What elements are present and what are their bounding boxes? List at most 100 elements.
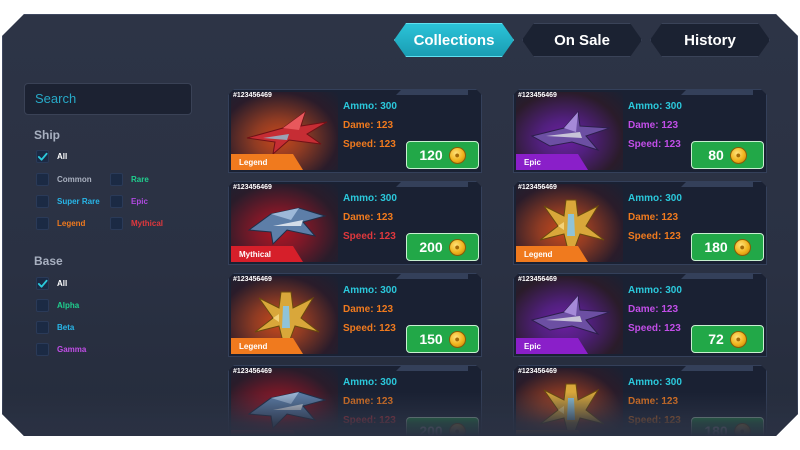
stat-dame-value: 123 (661, 304, 679, 315)
checkbox-icon[interactable] (36, 343, 49, 356)
price-value: 180 (704, 423, 728, 436)
stat-dame-label: Dame: (628, 304, 662, 315)
card-edge-accent (681, 181, 753, 187)
tab-bar: Collections On Sale History (394, 23, 770, 57)
stat-speed: Speed: 123 (628, 319, 682, 338)
checkbox-icon[interactable] (36, 195, 49, 208)
coin-icon: ● (733, 238, 751, 256)
stat-speed-label: Speed: (343, 139, 380, 150)
stat-ammo-value: 300 (665, 377, 682, 388)
buy-price-button[interactable]: 180 ● (691, 417, 764, 436)
coin-icon: ● (448, 146, 466, 164)
checkbox-icon[interactable] (110, 195, 123, 208)
stat-speed-value: 123 (664, 323, 681, 334)
stat-speed-label: Speed: (343, 231, 380, 242)
stat-speed-value: 123 (664, 231, 681, 242)
buy-price-button[interactable]: 150 ● (406, 325, 479, 353)
stat-speed-label: Speed: (628, 415, 665, 426)
ship-filter-super-rare[interactable]: Super Rare (36, 195, 100, 208)
ship-card[interactable]: #123456469 Epic Ammo: 300 Dame: 123 Speed: 1… (513, 89, 767, 173)
coin-icon: ● (729, 330, 747, 348)
tab-history[interactable]: History (650, 23, 770, 57)
ship-stats: Ammo: 300 Dame: 123 Speed: 123 (343, 281, 397, 338)
stat-ammo-value: 300 (665, 101, 682, 112)
stat-dame-value: 123 (376, 396, 394, 407)
card-edge-accent (396, 89, 468, 95)
stat-ammo-label: Ammo: (343, 377, 381, 388)
checkbox-icon[interactable] (110, 173, 123, 186)
card-edge-accent (681, 273, 753, 279)
checkbox-icon[interactable] (36, 321, 49, 334)
card-edge-accent (396, 273, 468, 279)
ship-card[interactable]: #123456469MythicalAmmo: 300Dame: 123Spee… (228, 365, 482, 436)
price-value: 180 (704, 239, 728, 255)
stat-dame-value: 123 (661, 120, 679, 131)
stat-dame: Dame: 123 (628, 300, 682, 319)
ship-filter-epic[interactable]: Epic (110, 195, 148, 208)
buy-price-button[interactable]: 200 ● (406, 417, 479, 436)
ship-filter-common[interactable]: Common (36, 173, 92, 186)
checkbox-icon[interactable] (110, 217, 123, 230)
filter-option-label: Rare (131, 175, 149, 184)
stat-dame-label: Dame: (343, 396, 377, 407)
stat-ammo: Ammo: 300 (343, 373, 397, 392)
stat-ammo-value: 300 (380, 377, 397, 388)
stat-dame: Dame: 123 (343, 116, 397, 135)
ship-card[interactable]: #123456469LegendAmmo: 300Dame: 123Speed:… (513, 181, 767, 265)
checkbox-icon[interactable] (36, 173, 49, 186)
ship-filter-rare[interactable]: Rare (110, 173, 149, 186)
ship-image (231, 368, 338, 436)
buy-price-button[interactable]: 120 ● (406, 141, 479, 169)
ship-filter-all[interactable]: All (36, 150, 67, 163)
stat-ammo-label: Ammo: (628, 101, 666, 112)
checkbox-icon[interactable] (36, 299, 49, 312)
ship-filter-legend[interactable]: Legend (36, 217, 85, 230)
stat-speed: Speed: 123 (628, 135, 682, 154)
base-filter-alpha[interactable]: Alpha (36, 299, 79, 312)
filter-option-label: Legend (57, 219, 86, 228)
ship-card[interactable]: #123456469 Epic Ammo: 300 Dame: 123 Speed: 1… (513, 273, 767, 357)
checkbox-icon[interactable] (36, 217, 49, 230)
stat-ammo-value: 300 (665, 285, 682, 296)
stat-dame-label: Dame: (343, 304, 377, 315)
stat-ammo-value: 300 (380, 285, 397, 296)
buy-price-button[interactable]: 72 ● (691, 325, 764, 353)
ship-card[interactable]: #123456469LegendAmmo: 300Dame: 123Speed:… (513, 365, 767, 436)
base-filter-gamma[interactable]: Gamma (36, 343, 86, 356)
ship-filter-mythical[interactable]: Mythical (110, 217, 163, 230)
stat-speed: Speed: 123 (343, 227, 397, 246)
buy-price-button[interactable]: 200 ● (406, 233, 479, 261)
rarity-badge: Legend (231, 338, 303, 354)
stat-dame: Dame: 123 (628, 116, 682, 135)
ship-card[interactable]: #123456469LegendAmmo: 300Dame: 123Speed:… (228, 273, 482, 357)
coin-icon: ● (448, 330, 466, 348)
marketplace-panel: Collections On Sale History Search Ship … (2, 14, 798, 436)
filter-option-label: Gamma (57, 345, 87, 354)
ship-stats: Ammo: 300 Dame: 123 Speed: 123 (628, 97, 682, 154)
stat-ammo: Ammo: 300 (628, 189, 682, 208)
checkbox-checked-icon[interactable] (36, 277, 49, 290)
stat-dame-value: 123 (661, 212, 679, 223)
filter-option-label: Alpha (57, 301, 80, 310)
ship-card[interactable]: #123456469MythicalAmmo: 300Dame: 123Spee… (228, 181, 482, 265)
buy-price-button[interactable]: 180 ● (691, 233, 764, 261)
tab-on-sale[interactable]: On Sale (522, 23, 642, 57)
rarity-badge: Legend (516, 430, 588, 436)
stat-speed-label: Speed: (343, 323, 380, 334)
base-filter-all[interactable]: All (36, 277, 67, 290)
search-input[interactable]: Search (24, 83, 192, 115)
stat-dame: Dame: 123 (628, 392, 682, 411)
stat-speed: Speed: 123 (628, 227, 682, 246)
checkbox-checked-icon[interactable] (36, 150, 49, 163)
filter-option-label: Super Rare (57, 197, 100, 206)
buy-price-button[interactable]: 80 ● (691, 141, 764, 169)
price-value: 80 (708, 147, 724, 163)
stat-speed-value: 123 (379, 415, 396, 426)
stat-speed-value: 123 (379, 323, 396, 334)
base-filter-beta[interactable]: Beta (36, 321, 74, 334)
ship-stats: Ammo: 300 Dame: 123 Speed: 123 (628, 189, 682, 246)
ship-id: #123456469 (233, 184, 272, 191)
filter-option-label: Common (57, 175, 92, 184)
ship-card[interactable]: #123456469LegendAmmo: 300Dame: 123Speed:… (228, 89, 482, 173)
tab-collections[interactable]: Collections (394, 23, 514, 57)
